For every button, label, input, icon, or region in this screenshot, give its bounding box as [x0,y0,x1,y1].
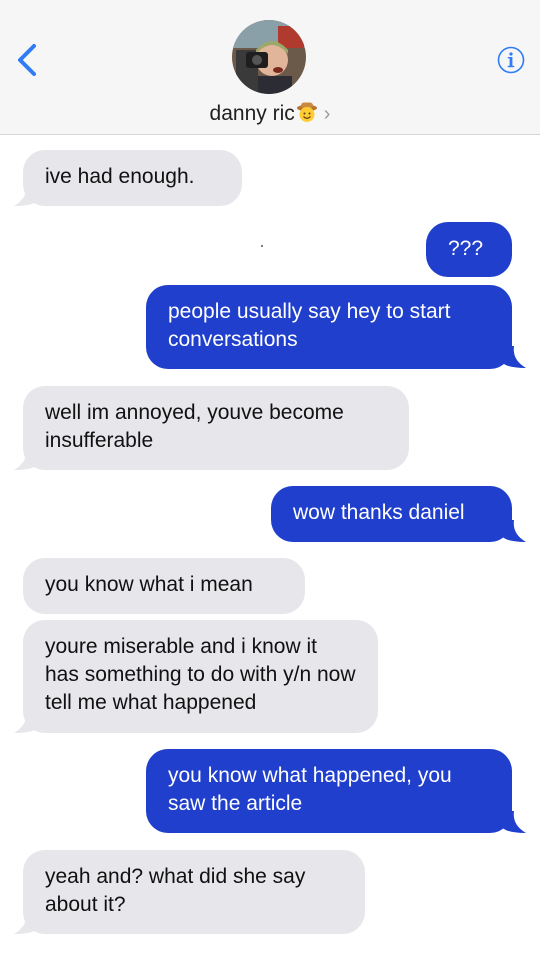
outgoing-bubble-tail [502,811,526,833]
incoming-message[interactable]: youre miserable and i know it has someth… [23,620,378,733]
info-icon[interactable] [497,46,525,74]
message-text: youre miserable and i know it has someth… [45,635,356,714]
contact-avatar[interactable] [232,20,306,94]
chevron-right-icon: › [323,103,331,125]
outgoing-message[interactable]: people usually say hey to start conversa… [146,285,512,369]
outgoing-message[interactable]: wow thanks daniel [271,486,512,542]
stray-dot [261,245,263,247]
back-chevron-icon[interactable] [12,42,42,78]
contact-name-row[interactable]: danny ric › [0,101,540,129]
message-text: people usually say hey to start conversa… [168,300,451,351]
message-text: yeah and? what did she say about it? [45,865,306,916]
message-text: you know what happened, you saw the arti… [168,764,452,815]
message-text: wow thanks daniel [293,501,465,524]
outgoing-bubble-tail [502,346,526,368]
incoming-bubble-tail [14,711,38,733]
message-text: well im annoyed, youve become insufferab… [45,401,344,452]
incoming-message[interactable]: yeah and? what did she say about it? [23,850,365,934]
message-text: you know what i mean [45,573,253,596]
incoming-message[interactable]: well im annoyed, youve become insufferab… [23,386,409,470]
cowboy-face-emoji-icon [296,101,318,129]
outgoing-message[interactable]: you know what happened, you saw the arti… [146,749,512,833]
incoming-message[interactable]: you know what i mean [23,558,305,614]
incoming-bubble-tail [14,448,38,470]
message-text: ??? [448,237,484,260]
conversation-header: danny ric › [0,0,540,135]
contact-name: danny ric [209,102,295,125]
outgoing-bubble-tail [502,520,526,542]
incoming-message[interactable]: ive had enough. [23,150,242,206]
incoming-bubble-tail [14,912,38,934]
incoming-bubble-tail [14,184,38,206]
message-text: ive had enough. [45,165,195,188]
outgoing-message[interactable]: ??? [426,222,512,277]
message-thread: ive had enough. ??? people usually say h… [0,134,540,960]
